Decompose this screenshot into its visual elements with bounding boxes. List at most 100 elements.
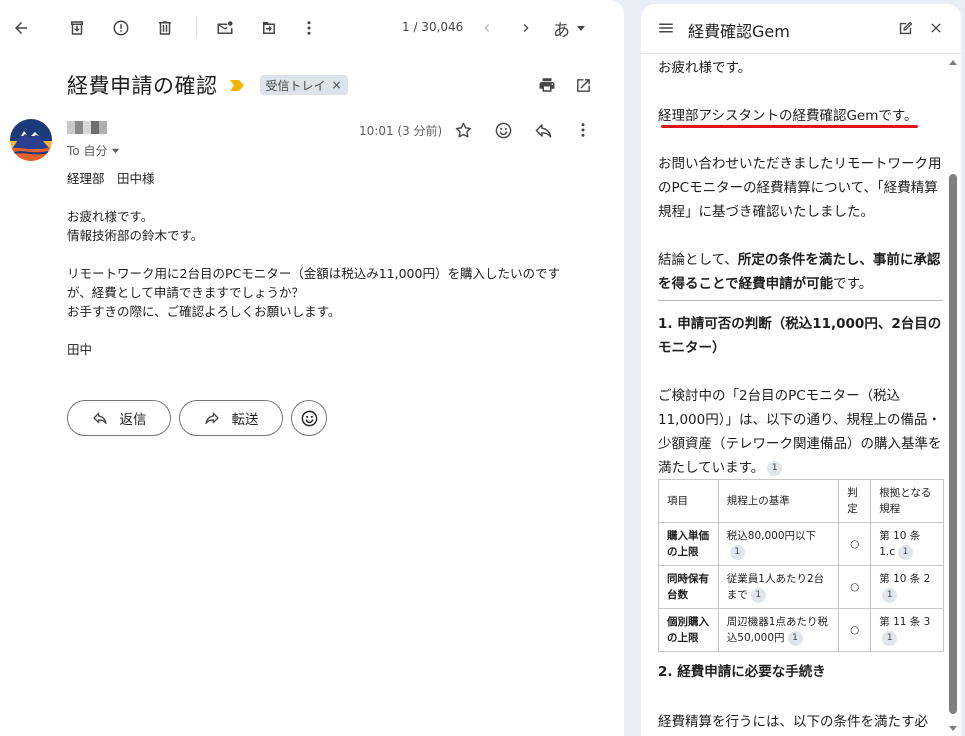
newer-chevron-left-icon[interactable] xyxy=(473,14,501,42)
forward-button[interactable]: 転送 xyxy=(179,400,283,436)
inbox-label-chip[interactable]: 受信トレイ × xyxy=(259,75,348,95)
body-line: 田中 xyxy=(67,342,93,357)
table-header-row: 項目 規程上の基準 判定 根拠となる規程 xyxy=(658,479,944,523)
body-line: が、経費として申請できますでしょうか？ xyxy=(67,285,305,300)
gem-paragraph-3: 経費精算を行うには、以下の条件を満たす必 xyxy=(658,714,928,730)
gem-title: 経費確認Gem xyxy=(688,22,790,41)
table-cell-rule: 第 10 条 1.c 1 xyxy=(870,522,944,566)
citation-badge[interactable]: 1 xyxy=(787,630,803,646)
more-vert-icon[interactable] xyxy=(295,14,323,42)
paragraph-2-text: ご検討中の「2台目のPCモニター（税込11,000円）」は、以下の通り、規程上の… xyxy=(658,388,942,476)
table-cell-item: 購入単価の上限 xyxy=(658,522,719,566)
gem-section-2-heading: 2. 経費申請に必要な手続き xyxy=(658,664,826,680)
reply-button[interactable]: 返信 xyxy=(67,400,171,436)
gem-greeting: お疲れ様です。 xyxy=(658,60,752,76)
rules-table: 項目 規程上の基準 判定 根拠となる規程 購入単価の上限 税込80,000円以下… xyxy=(658,479,944,652)
citation-badge[interactable]: 1 xyxy=(750,587,766,603)
move-to-icon[interactable] xyxy=(255,14,283,42)
email-subject: 経費申請の確認 xyxy=(67,74,218,98)
criterion-text: 税込80,000円以下 xyxy=(726,530,817,542)
star-icon[interactable] xyxy=(451,118,475,142)
table-header: 項目 xyxy=(658,479,719,523)
citation-badge[interactable]: 1 xyxy=(729,544,745,560)
mail-pane: 1 / 30,046 あ 経費申請の確認 受信トレイ × To 自分 10:01… xyxy=(0,0,624,736)
reply-icon[interactable] xyxy=(531,118,555,142)
criterion-text: 従業員1人あたり2台まで xyxy=(726,573,825,601)
print-icon[interactable] xyxy=(534,72,560,98)
citation-badge[interactable]: 1 xyxy=(882,630,898,646)
citation-badge[interactable]: 1 xyxy=(767,460,783,476)
red-underline-annotation xyxy=(661,125,918,128)
emoji-icon xyxy=(301,410,317,426)
delete-icon[interactable] xyxy=(151,14,179,42)
scroll-down-arrow-icon[interactable] xyxy=(949,726,957,731)
gem-response-scroll-area[interactable]: お疲れ様です。 経理部アシスタントの経費確認Gemです。 お問い合わせいただきま… xyxy=(641,54,961,736)
older-chevron-right-icon[interactable] xyxy=(512,14,540,42)
table-header: 規程上の基準 xyxy=(717,479,840,523)
gem-conclusion: 結論として、所定の条件を満たし、事前に承認を得ることで経費申請が可能です。 xyxy=(658,248,943,296)
gem-paragraph-2: ご検討中の「2台目のPCモニター（税込11,000円）」は、以下の通り、規程上の… xyxy=(658,384,943,480)
recipient-details-toggle[interactable]: To 自分 xyxy=(67,142,120,159)
reply-button-label: 返信 xyxy=(119,412,147,428)
table-row: 購入単価の上限 税込80,000円以下 1 ○ 第 10 条 1.c 1 xyxy=(658,522,944,566)
rule-text: 第 11 条 3 xyxy=(879,616,931,628)
criterion-text: 周辺機器1点あたり税込50,000円 xyxy=(726,616,828,644)
citation-badge[interactable]: 1 xyxy=(882,587,898,603)
rule-text: 第 10 条 2 xyxy=(879,573,931,585)
table-cell-judgement: ○ xyxy=(838,608,872,652)
dropdown-triangle-icon xyxy=(577,26,585,31)
forward-icon xyxy=(204,412,219,424)
back-arrow-icon[interactable] xyxy=(7,14,35,42)
forward-button-label: 転送 xyxy=(231,412,259,428)
conclusion-suffix: です。 xyxy=(833,276,873,292)
table-cell-item: 個別購入の上限 xyxy=(658,608,719,652)
body-line: 情報技術部の鈴木です。 xyxy=(67,228,204,243)
table-header: 根拠となる規程 xyxy=(870,479,944,523)
scrollbar-thumb[interactable] xyxy=(949,174,957,714)
section-divider xyxy=(658,300,943,301)
table-row: 個別購入の上限 周辺機器1点あたり税込50,000円 1 ○ 第 11 条 31 xyxy=(658,608,944,652)
body-line: リモートワーク用に2台目のPCモニター（金額は税込み11,000円）を購入したい… xyxy=(67,266,560,281)
gem-panel-header: 経費確認Gem xyxy=(641,4,961,54)
sender-name-redacted[interactable] xyxy=(67,121,107,134)
importance-marker-icon[interactable] xyxy=(229,79,244,91)
remove-label-icon[interactable]: × xyxy=(332,78,342,92)
table-cell-rule: 第 10 条 2 1 xyxy=(870,565,944,609)
label-chip-text: 受信トレイ xyxy=(265,78,326,93)
recipient-text: To 自分 xyxy=(67,144,108,158)
table-cell-criterion: 税込80,000円以下 1 xyxy=(717,522,840,566)
emoji-react-button[interactable] xyxy=(291,400,327,436)
mail-toolbar: 1 / 30,046 あ xyxy=(0,0,624,56)
scroll-up-arrow-icon[interactable] xyxy=(949,60,957,65)
table-row: 同時保有台数 従業員1人あたり2台まで 1 ○ 第 10 条 21 xyxy=(658,565,944,609)
input-tools-label: あ xyxy=(553,20,570,41)
table-header: 判定 xyxy=(838,479,872,523)
open-in-new-window-icon[interactable] xyxy=(570,72,596,98)
subject-row: 経費申請の確認 受信トレイ × xyxy=(67,70,348,100)
message-time: 10:01 (3 分前) xyxy=(359,124,443,138)
email-body: 経理部 田中様 お疲れ様です。 情報技術部の鈴木です。 リモートワーク用に2台目… xyxy=(67,169,587,359)
archive-icon[interactable] xyxy=(63,14,91,42)
input-tools-button[interactable]: あ xyxy=(553,14,586,42)
emoji-reaction-icon[interactable] xyxy=(491,118,515,142)
close-icon[interactable] xyxy=(926,18,946,38)
body-line: 経理部 田中様 xyxy=(67,171,155,186)
mark-unread-icon[interactable] xyxy=(211,14,239,42)
gem-section-1-heading: 1. 申請可否の判断（税込11,000円、2台目のモニター） xyxy=(658,316,942,356)
body-line: お疲れ様です。 xyxy=(67,209,154,224)
gem-paragraph-1: お問い合わせいただきましたリモートワーク用のPCモニターの経費精算について、「経… xyxy=(658,156,942,220)
table-cell-rule: 第 11 条 3 1 xyxy=(870,608,944,652)
new-chat-edit-icon[interactable] xyxy=(895,18,915,38)
toolbar-divider xyxy=(196,16,197,38)
reply-icon xyxy=(92,412,107,424)
conclusion-prefix: 結論として、 xyxy=(658,252,738,268)
table-cell-item: 同時保有台数 xyxy=(658,565,719,609)
report-spam-icon[interactable] xyxy=(107,14,135,42)
menu-icon[interactable] xyxy=(655,17,677,39)
citation-badge[interactable]: 1 xyxy=(898,544,914,560)
gem-scrollbar[interactable] xyxy=(947,54,959,736)
message-more-vert-icon[interactable] xyxy=(571,118,595,142)
gem-side-panel: 経費確認Gem お疲れ様です。 経理部アシスタントの経費確認Gemです。 お問い… xyxy=(641,4,961,736)
body-line: お手すきの際に、ご確認よろしくお願いします。 xyxy=(67,304,341,319)
sender-avatar[interactable] xyxy=(10,119,52,161)
